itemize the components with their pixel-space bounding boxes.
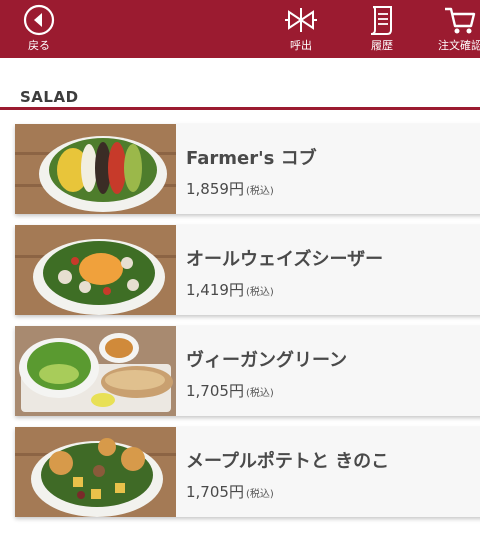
- order-confirm-label: 注文確認: [438, 39, 480, 52]
- tax-note: (税込): [245, 287, 274, 298]
- section-title: SALAD: [20, 88, 79, 106]
- item-price: 1,859円 (税込): [186, 178, 274, 199]
- tax-note: (税込): [245, 489, 274, 500]
- price-value: 1,419円: [186, 281, 244, 299]
- price-value: 1,705円: [186, 483, 244, 501]
- item-name: オールウェイズシーザー: [186, 249, 384, 270]
- menu-item-card[interactable]: ヴィーガングリーン 1,705円 (税込): [15, 326, 480, 416]
- menu-item-card[interactable]: Farmer's コブ 1,859円 (税込): [15, 124, 480, 214]
- history-button[interactable]: 履歴: [359, 0, 405, 58]
- menu-item-card[interactable]: オールウェイズシーザー 1,419円 (税込): [15, 225, 480, 315]
- item-price: 1,705円 (税込): [186, 380, 274, 401]
- cobb-salad-image: [15, 124, 176, 214]
- call-label: 呼出: [290, 39, 312, 52]
- item-name: メープルポテトと きのこ: [186, 451, 390, 472]
- cart-icon: [443, 0, 477, 40]
- item-price: 1,705円 (税込): [186, 481, 274, 502]
- item-name: ヴィーガングリーン: [186, 350, 348, 371]
- history-label: 履歴: [371, 39, 393, 52]
- caesar-salad-image: [15, 225, 176, 315]
- maple-potato-mushroom-salad-image: [15, 427, 176, 517]
- menu-item-card[interactable]: メープルポテトと きのこ 1,705円 (税込): [15, 427, 480, 517]
- price-value: 1,705円: [186, 382, 244, 400]
- vegan-green-salad-image: [15, 326, 176, 416]
- item-price: 1,419円 (税込): [186, 279, 274, 300]
- back-label: 戻る: [28, 39, 50, 52]
- tax-note: (税込): [245, 388, 274, 399]
- top-bar: 戻る 呼出 履歴 注文確認: [0, 0, 480, 58]
- call-staff-button[interactable]: 呼出: [278, 0, 324, 58]
- back-button[interactable]: 戻る: [16, 0, 62, 58]
- back-arrow-icon: [23, 0, 55, 40]
- price-value: 1,859円: [186, 180, 244, 198]
- tax-note: (税込): [245, 186, 274, 197]
- item-name: Farmer's コブ: [186, 148, 317, 169]
- section-divider: [0, 107, 480, 110]
- receipt-icon: [367, 0, 397, 40]
- bell-call-icon: [283, 0, 319, 40]
- order-confirm-button[interactable]: 注文確認: [437, 0, 480, 58]
